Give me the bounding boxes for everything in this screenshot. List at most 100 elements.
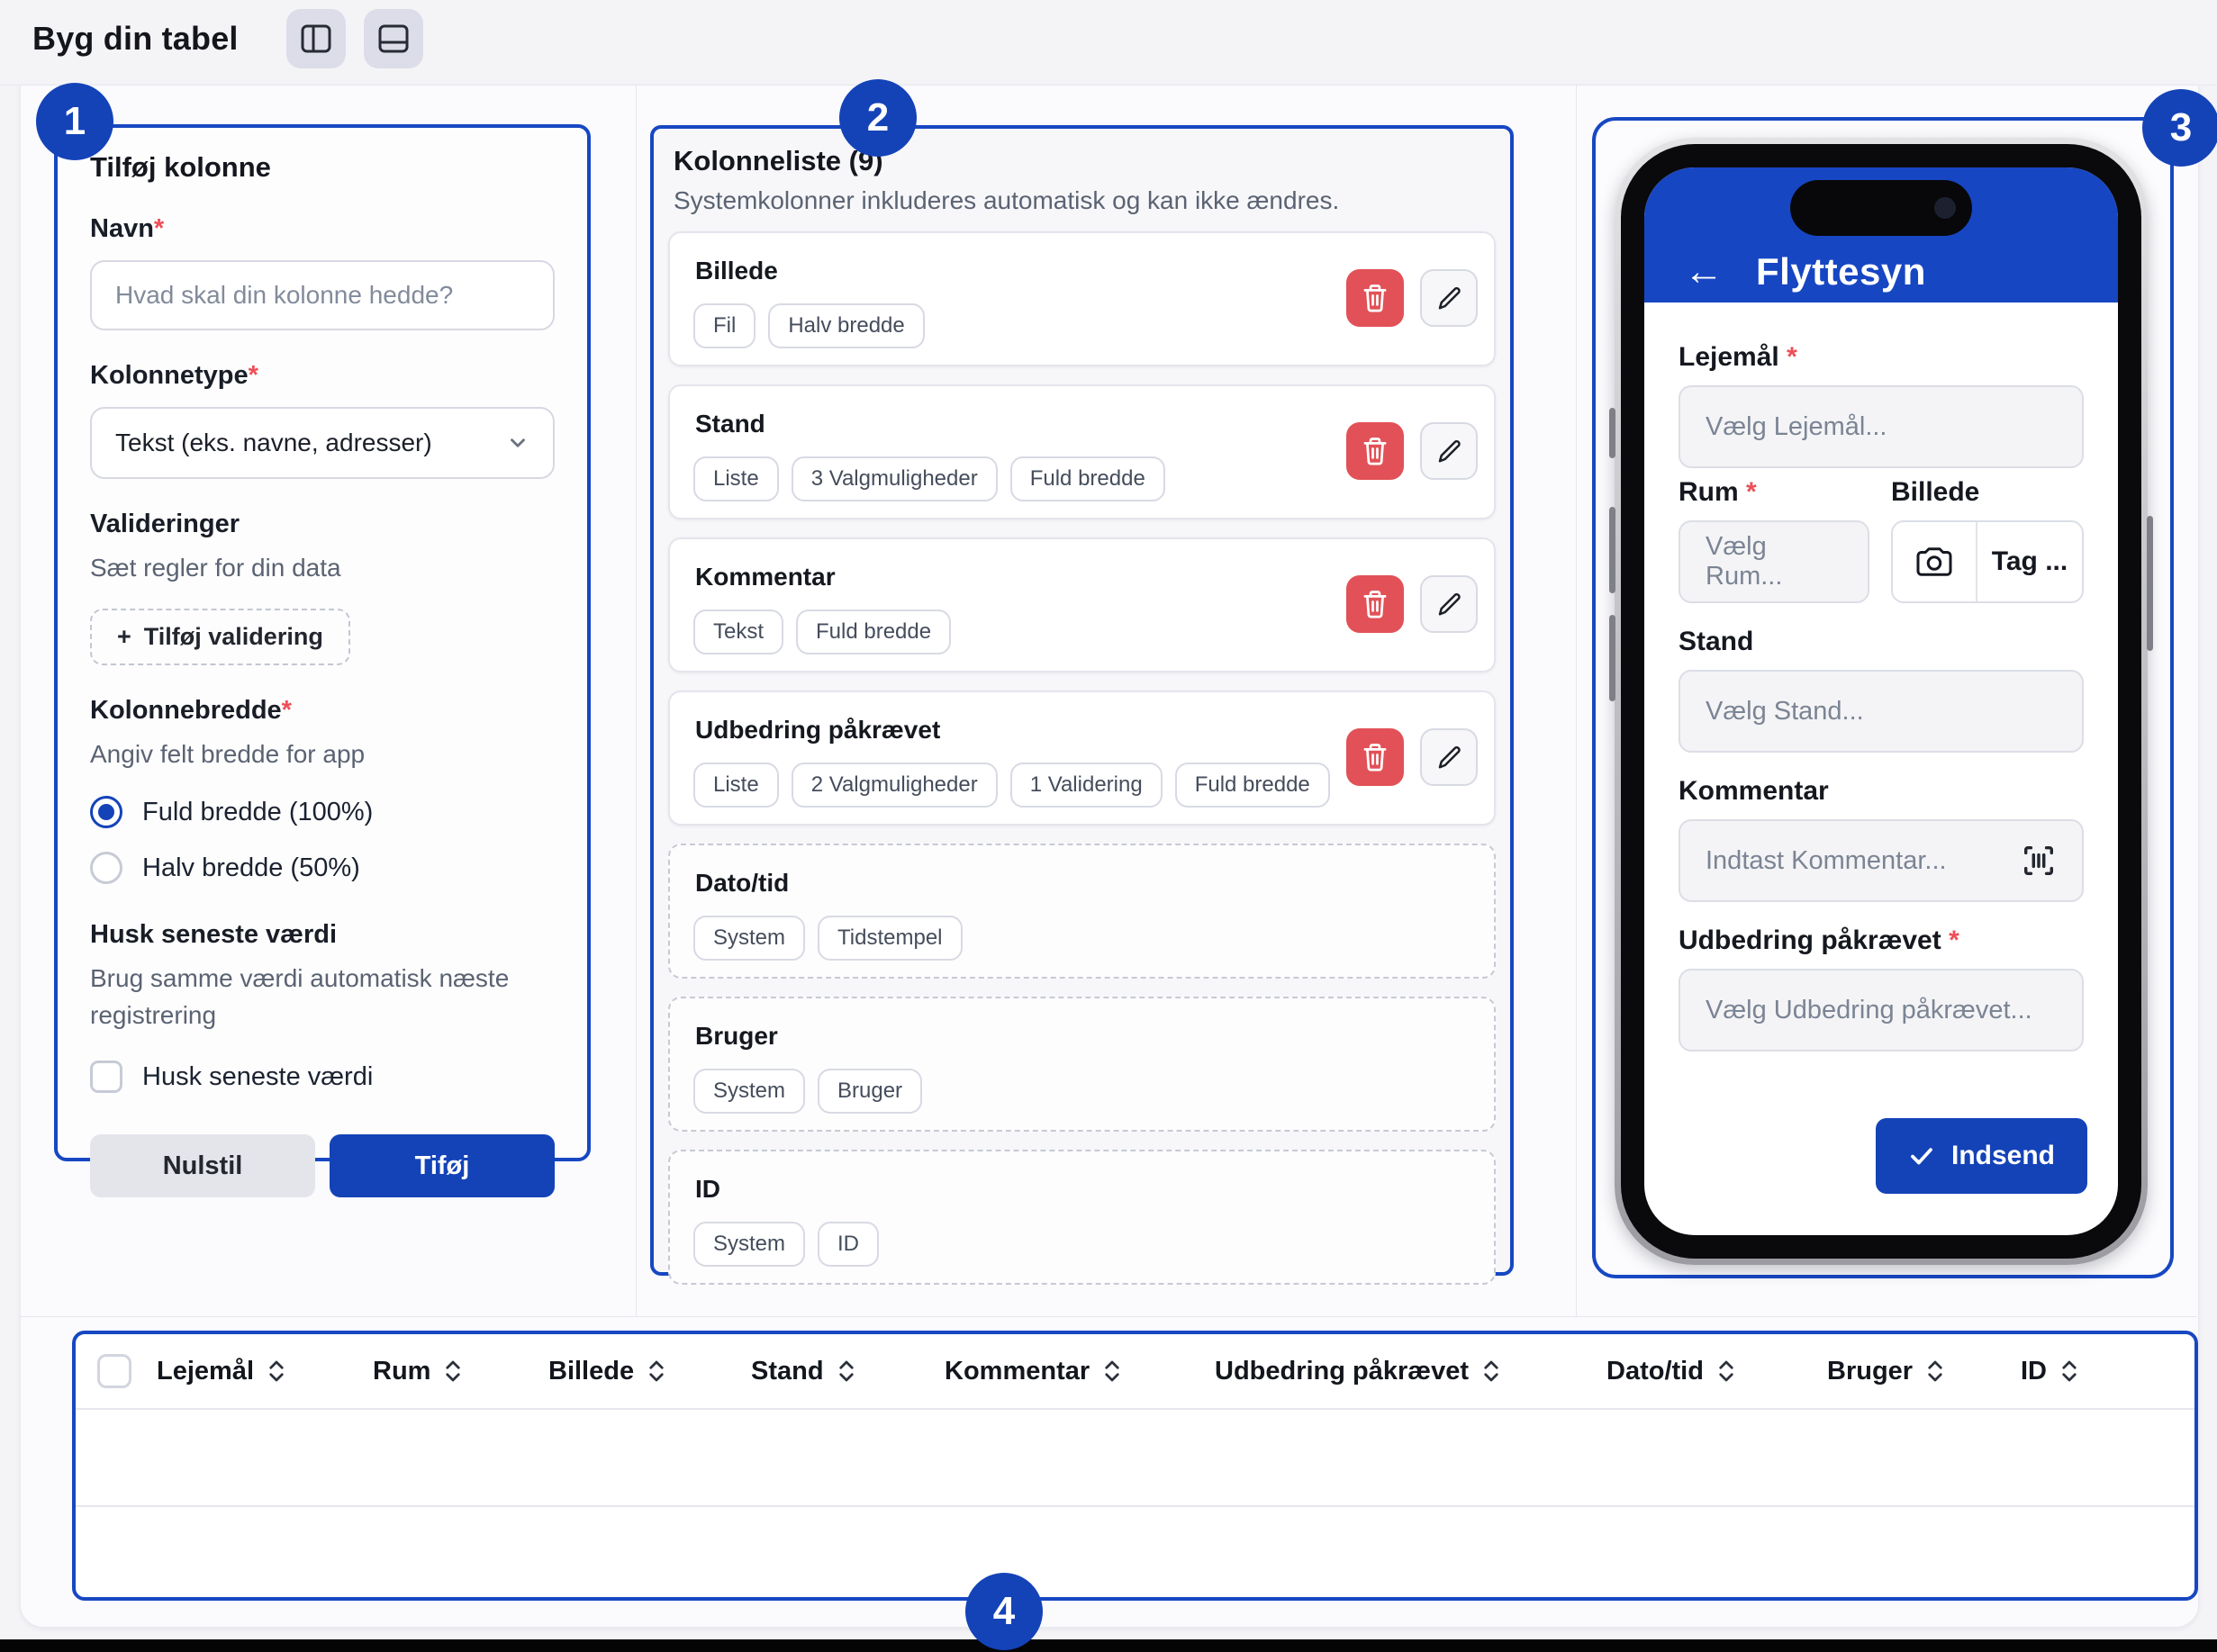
add-validation-button[interactable]: + Tilføj validering bbox=[90, 609, 350, 665]
add-column-button[interactable]: Tiføj bbox=[330, 1134, 555, 1197]
radio-full-width[interactable]: Fuld bredde (100%) bbox=[90, 796, 555, 828]
split-vertical-icon bbox=[300, 23, 332, 54]
select-all-cell bbox=[85, 1354, 157, 1388]
column-tag: Fil bbox=[693, 303, 756, 348]
delete-column-button[interactable] bbox=[1346, 269, 1404, 327]
delete-column-button[interactable] bbox=[1346, 575, 1404, 633]
column-card-name: Dato/tid bbox=[695, 869, 789, 898]
column-tag: 2 Valgmuligheder bbox=[792, 763, 998, 808]
width-hint: Angiv felt bredde for app bbox=[90, 736, 555, 773]
step-badge-3: 3 bbox=[2142, 89, 2217, 167]
column-card-name: Bruger bbox=[695, 1022, 778, 1051]
rum-field[interactable]: Vælg Rum... bbox=[1679, 520, 1869, 603]
column-card-billede: Billede Fil Halv bredde bbox=[668, 231, 1496, 366]
table-header-bruger[interactable]: Bruger bbox=[1827, 1357, 2021, 1386]
column-tag: Fuld bredde bbox=[1010, 456, 1165, 501]
app-preview-panel: ← Flyttesyn Lejemål * Vælg Lejemål... Ru… bbox=[1592, 117, 2174, 1278]
rum-label: Rum * bbox=[1679, 477, 1869, 508]
remember-title: Husk seneste værdi bbox=[90, 920, 555, 950]
table-header-kommentar[interactable]: Kommentar bbox=[945, 1357, 1215, 1386]
column-card-udbedring: Udbedring påkrævet Liste 2 Valgmulighede… bbox=[668, 691, 1496, 826]
column-card-dato-tid: Dato/tid System Tidstempel bbox=[668, 844, 1496, 979]
select-all-checkbox[interactable] bbox=[97, 1354, 131, 1388]
app-title: Flyttesyn bbox=[1756, 250, 1926, 293]
reset-button[interactable]: Nulstil bbox=[90, 1134, 315, 1197]
pencil-icon bbox=[1435, 744, 1462, 771]
column-tag: Tekst bbox=[693, 609, 783, 654]
front-camera-dot bbox=[1934, 197, 1956, 219]
edit-column-button[interactable] bbox=[1420, 575, 1478, 633]
column-type-value: Tekst (eks. navne, adresser) bbox=[115, 429, 432, 457]
edit-column-button[interactable] bbox=[1420, 422, 1478, 480]
phone-mockup: ← Flyttesyn Lejemål * Vælg Lejemål... Ru… bbox=[1615, 138, 2148, 1265]
table-header-rum[interactable]: Rum bbox=[373, 1357, 548, 1386]
layout-split-vertical-button[interactable] bbox=[286, 9, 346, 68]
lejemaal-label: Lejemål * bbox=[1679, 342, 2084, 373]
sort-icon bbox=[1480, 1358, 1503, 1385]
kommentar-field[interactable]: Indtast Kommentar... bbox=[1679, 819, 2084, 902]
column-name-input[interactable] bbox=[90, 260, 555, 330]
column-tag: Liste bbox=[693, 763, 779, 808]
column-tag: Halv bredde bbox=[768, 303, 924, 348]
radio-unselected-icon bbox=[90, 852, 122, 884]
section-divider-1 bbox=[636, 85, 637, 1316]
edit-column-button[interactable] bbox=[1420, 269, 1478, 327]
name-label: Navn* bbox=[90, 214, 555, 244]
radio-half-width[interactable]: Halv bredde (50%) bbox=[90, 852, 555, 884]
layout-split-horizontal-button[interactable] bbox=[364, 9, 423, 68]
column-card-name: Stand bbox=[695, 410, 765, 438]
step-badge-2: 2 bbox=[839, 79, 917, 157]
stand-label: Stand bbox=[1679, 627, 2084, 657]
required-asterisk: * bbox=[282, 696, 292, 725]
table-row-empty-2 bbox=[76, 1507, 2194, 1602]
billede-label: Billede bbox=[1891, 477, 2084, 508]
column-type-select[interactable]: Tekst (eks. navne, adresser) bbox=[90, 407, 555, 479]
column-card-name: Kommentar bbox=[695, 563, 836, 591]
scan-icon[interactable] bbox=[2021, 843, 2057, 879]
table-header-stand[interactable]: Stand bbox=[751, 1357, 945, 1386]
back-arrow-icon[interactable]: ← bbox=[1684, 252, 1724, 292]
pencil-icon bbox=[1435, 438, 1462, 465]
chevron-down-icon bbox=[506, 431, 529, 455]
submit-button[interactable]: Indsend bbox=[1876, 1118, 2087, 1194]
phone-screen: ← Flyttesyn Lejemål * Vælg Lejemål... Ru… bbox=[1644, 167, 2118, 1235]
table-header-id[interactable]: ID bbox=[2021, 1357, 2185, 1386]
column-card-bruger: Bruger System Bruger bbox=[668, 997, 1496, 1132]
required-asterisk: * bbox=[249, 361, 258, 390]
table-builder-app: Byg din tabel 1 2 3 4 Tilføj kolonne Nav… bbox=[0, 0, 2217, 1652]
radio-half-width-label: Halv bredde (50%) bbox=[142, 853, 360, 883]
udbedring-field[interactable]: Vælg Udbedring påkrævet... bbox=[1679, 969, 2084, 1052]
edit-column-button[interactable] bbox=[1420, 728, 1478, 786]
delete-column-button[interactable] bbox=[1346, 728, 1404, 786]
radio-selected-icon bbox=[90, 796, 122, 828]
remember-checkbox-row[interactable]: Husk seneste værdi bbox=[90, 1061, 555, 1093]
radio-full-width-label: Fuld bredde (100%) bbox=[142, 798, 373, 827]
section-divider-2 bbox=[1576, 85, 1577, 1316]
required-asterisk: * bbox=[1746, 477, 1757, 507]
column-card-stand: Stand Liste 3 Valgmuligheder Fuld bredde bbox=[668, 384, 1496, 519]
sort-icon bbox=[2058, 1358, 2081, 1385]
phone-bezel: ← Flyttesyn Lejemål * Vælg Lejemål... Ru… bbox=[1621, 144, 2141, 1259]
udbedring-label: Udbedring påkrævet * bbox=[1679, 925, 2084, 956]
table-row-empty-1 bbox=[76, 1410, 2194, 1505]
required-asterisk: * bbox=[1949, 925, 1959, 955]
table-header-udbedring[interactable]: Udbedring påkrævet bbox=[1215, 1357, 1606, 1386]
table-header-billede[interactable]: Billede bbox=[548, 1357, 751, 1386]
stand-field[interactable]: Vælg Stand... bbox=[1679, 670, 2084, 753]
width-label: Kolonnebredde* bbox=[90, 696, 555, 726]
table-header-dato-tid[interactable]: Dato/tid bbox=[1606, 1357, 1827, 1386]
column-tag: System bbox=[693, 1222, 805, 1267]
column-tag: Bruger bbox=[818, 1069, 922, 1114]
lejemaal-field[interactable]: Vælg Lejemål... bbox=[1679, 385, 2084, 468]
column-tag: 3 Valgmuligheder bbox=[792, 456, 998, 501]
column-list-title: Kolonneliste (9) bbox=[674, 145, 1496, 177]
column-tag: System bbox=[693, 916, 805, 961]
bottom-black-bar bbox=[0, 1639, 2217, 1652]
take-photo-label: Tag ... bbox=[1977, 522, 2082, 601]
delete-column-button[interactable] bbox=[1346, 422, 1404, 480]
table-header-lejemaal[interactable]: Lejemål bbox=[157, 1357, 373, 1386]
add-column-title: Tilføj kolonne bbox=[90, 151, 555, 184]
page-title: Byg din tabel bbox=[32, 20, 239, 58]
trash-icon bbox=[1362, 284, 1389, 312]
take-photo-button[interactable]: Tag ... bbox=[1891, 520, 2084, 603]
